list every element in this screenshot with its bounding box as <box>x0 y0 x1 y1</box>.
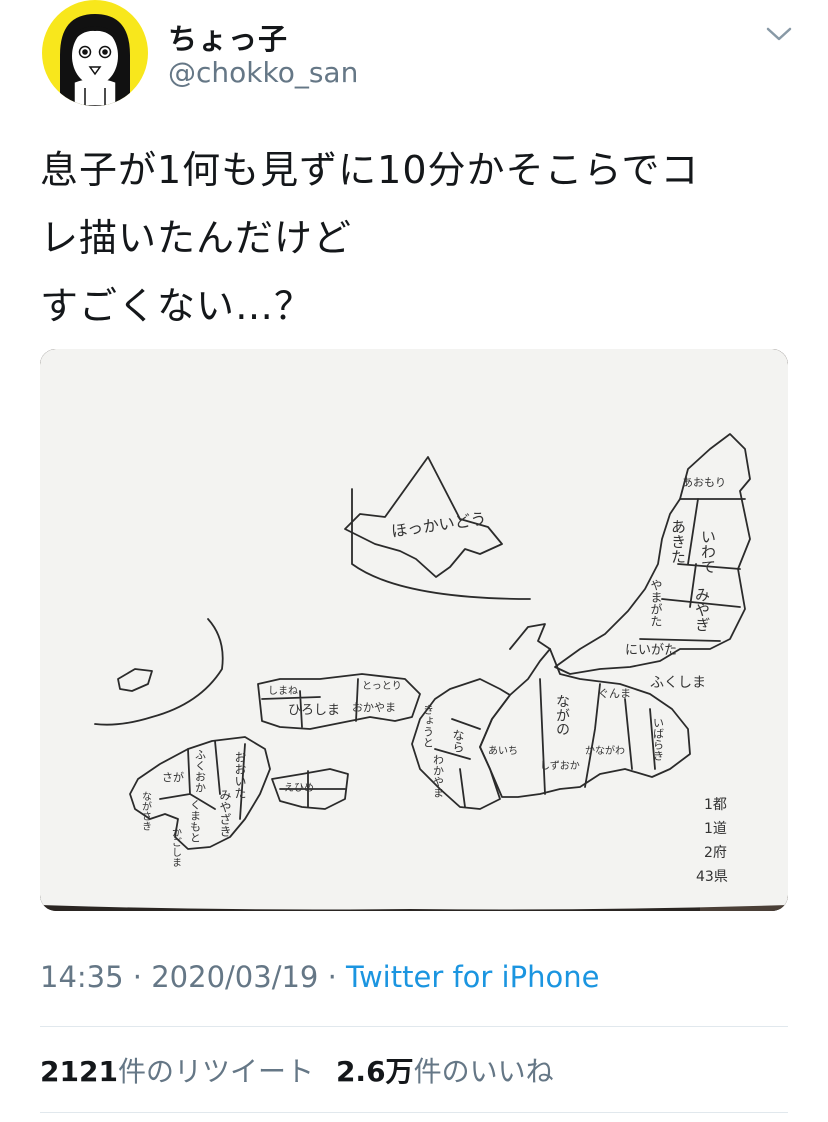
map-legend-line: 43県 <box>696 869 728 885</box>
tweet-client-link[interactable]: Twitter for iPhone <box>346 960 599 994</box>
retweets-stat[interactable]: 2121件のリツイート <box>40 1055 314 1088</box>
map-label-iwate: いわて <box>699 529 717 574</box>
tweet-stats: 2121件のリツイート 2.6万件のいいね <box>40 1050 554 1090</box>
meta-separator: · <box>123 960 152 994</box>
tweet-time[interactable]: 14:35 <box>40 960 124 994</box>
tweet-media-photo[interactable]: ほっかいどう あおもり いわて あきた みやぎ やまがた にいがた ふくしま な… <box>40 349 788 911</box>
divider <box>40 1112 788 1113</box>
map-label-okayama: おかやま <box>352 701 396 714</box>
map-label-shimane: しまね <box>268 685 298 697</box>
chevron-down-icon[interactable] <box>764 24 794 44</box>
author-display-name[interactable]: ちょっ子 <box>168 16 288 58</box>
map-label-niigata: にいがた <box>625 643 677 658</box>
hand-drawn-japan-map-photo-icon: ほっかいどう あおもり いわて あきた みやぎ やまがた にいがた ふくしま な… <box>40 349 788 911</box>
paper-sheet <box>40 349 788 910</box>
tweet-timestamp: 14:35 · 2020/03/19 · Twitter for iPhone <box>40 960 599 994</box>
retweets-count: 2121 <box>40 1055 118 1088</box>
likes-count: 2.6万 <box>335 1055 414 1088</box>
map-label-hiroshima: ひろしま <box>288 703 340 718</box>
map-label-aichi: あいち <box>488 745 518 757</box>
map-label-akita: あきた <box>669 519 687 564</box>
map-label-nara: なら <box>451 729 465 753</box>
map-label-kumamoto: くまもと <box>189 799 202 843</box>
map-label-kyoto: きょうと <box>422 704 435 748</box>
tweet-text: 息子が1何も見ずに10分かそこらでコ レ描いたんだけど すごくない…？ <box>40 136 800 340</box>
avatar[interactable] <box>40 0 150 106</box>
tweet-text-line: レ描いたんだけど <box>40 216 353 260</box>
map-label-wakayama: わかやま <box>432 754 445 798</box>
map-label-shizuoka: しずおか <box>540 760 580 772</box>
tweet-text-line: 息子が1何も見ずに10分かそこらでコ <box>40 148 700 192</box>
map-label-nagasaki: ながさき <box>140 791 152 831</box>
map-label-yamagata: やまがた <box>649 579 663 627</box>
cartoon-face-avatar-icon <box>60 14 130 106</box>
map-label-aomori: あおもり <box>682 476 726 489</box>
map-label-oita: おおいた <box>233 751 247 799</box>
map-legend-line: 1都 <box>704 797 727 813</box>
author-handle[interactable]: @chokko_san <box>168 56 358 89</box>
map-label-fukushima: ふくしま <box>650 675 706 691</box>
tweet-date[interactable]: 2020/03/19 <box>151 960 318 994</box>
map-label-fukuoka: ふくおか <box>194 749 207 793</box>
map-label-gunma: ぐんま <box>598 687 631 700</box>
map-legend-line: 1道 <box>704 821 727 837</box>
map-label-ibaraki: いばらき <box>652 717 665 761</box>
map-label-ehime: えひめ <box>284 782 314 794</box>
map-label-kagoshima: かごしま <box>170 827 182 867</box>
meta-separator: · <box>318 960 347 994</box>
map-legend-line: 2府 <box>704 845 727 861</box>
likes-label: 件のいいね <box>413 1055 554 1088</box>
divider <box>40 1026 788 1027</box>
map-label-miyagi: みやぎ <box>693 587 711 632</box>
map-label-miyazaki: みやざき <box>218 789 232 837</box>
retweets-label: 件のリツイート <box>117 1055 314 1088</box>
map-label-saga: さが <box>162 770 184 784</box>
map-label-tottori: とっとり <box>362 680 402 692</box>
map-label-kanagawa: かながわ <box>585 744 625 757</box>
tweet-text-line: すごくない…？ <box>40 284 314 328</box>
map-label-nagano: ながの <box>554 694 570 736</box>
likes-stat[interactable]: 2.6万件のいいね <box>336 1055 554 1088</box>
